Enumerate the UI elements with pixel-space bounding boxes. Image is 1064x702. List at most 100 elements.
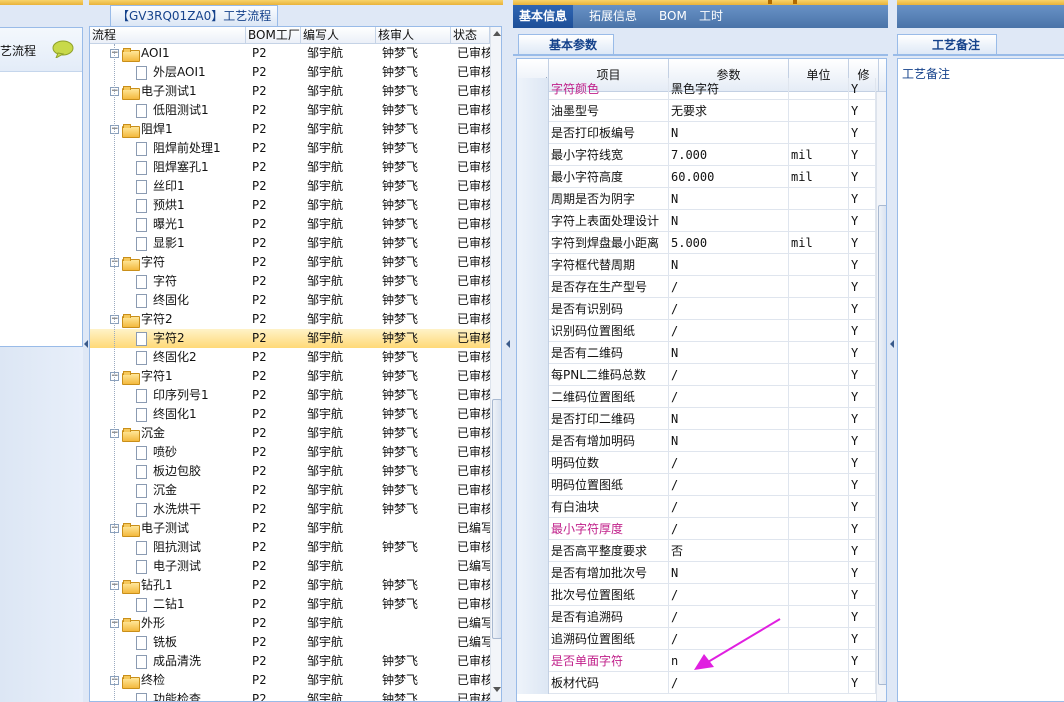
param-row[interactable]: 是否高平整度要求否 Y: [517, 540, 886, 562]
row-header[interactable]: [517, 254, 549, 276]
tree-leaf-row[interactable]: 阻抗测试 P2 邹宇航 钟梦飞 已审核: [90, 538, 490, 557]
scroll-down-icon[interactable]: [493, 687, 501, 692]
param-value-cell[interactable]: 7.000: [669, 144, 789, 166]
param-row[interactable]: 是否打印二维码 N Y: [517, 408, 886, 430]
row-header[interactable]: [517, 210, 549, 232]
row-header[interactable]: [517, 452, 549, 474]
splitter-right[interactable]: [888, 0, 897, 702]
param-value-cell[interactable]: /: [669, 386, 789, 408]
scroll-up-icon[interactable]: [493, 31, 501, 36]
tree-leaf-row[interactable]: 曝光1 P2 邹宇航 钟梦飞 已审核: [90, 215, 490, 234]
param-value-cell[interactable]: /: [669, 672, 789, 694]
row-header[interactable]: [517, 298, 549, 320]
row-header[interactable]: [517, 430, 549, 452]
col-header-bom-factory[interactable]: BOM工厂: [246, 27, 301, 44]
tree-folder-row[interactable]: − AOI1 P2 邹宇航 钟梦飞 已审核: [90, 44, 490, 63]
col-header-writer[interactable]: 编写人: [301, 27, 376, 44]
tree-folder-row[interactable]: − 字符2 P2 邹宇航 钟梦飞 已审核: [90, 310, 490, 329]
param-row[interactable]: 是否有增加明码 N Y: [517, 430, 886, 452]
param-value-cell[interactable]: /: [669, 320, 789, 342]
tree-leaf-row[interactable]: 功能检查 P2 邹宇航 钟梦飞 已审核: [90, 690, 490, 701]
param-value-cell[interactable]: N: [669, 188, 789, 210]
row-header[interactable]: [517, 100, 549, 122]
tree-folder-row[interactable]: − 字符1 P2 邹宇航 钟梦飞 已审核: [90, 367, 490, 386]
tree-leaf-row[interactable]: 电子测试 P2 邹宇航 已编写: [90, 557, 490, 576]
param-row[interactable]: 字符框代替周期 N Y: [517, 254, 886, 276]
param-row[interactable]: 最小字符高度 60.000 mil Y: [517, 166, 886, 188]
speech-bubble-icon[interactable]: [52, 40, 74, 58]
param-value-cell[interactable]: /: [669, 584, 789, 606]
param-value-cell[interactable]: N: [669, 122, 789, 144]
tree-leaf-row[interactable]: 阻焊前处理1 P2 邹宇航 钟梦飞 已审核: [90, 139, 490, 158]
tab-labor-hours[interactable]: 工时: [693, 5, 729, 28]
tree-leaf-row[interactable]: 印序列号1 P2 邹宇航 钟梦飞 已审核: [90, 386, 490, 405]
tree-folder-row[interactable]: − 终检 P2 邹宇航 钟梦飞 已审核: [90, 671, 490, 690]
param-value-cell[interactable]: N: [669, 408, 789, 430]
param-row[interactable]: 二维码位置图纸 / Y: [517, 386, 886, 408]
tree-folder-row[interactable]: − 外形 P2 邹宇航 已编写: [90, 614, 490, 633]
tree-folder-row[interactable]: − 电子测试1 P2 邹宇航 钟梦飞 已审核: [90, 82, 490, 101]
param-row[interactable]: 每PNL二维码总数 / Y: [517, 364, 886, 386]
param-value-cell[interactable]: N: [669, 342, 789, 364]
tree-leaf-row[interactable]: 字符2 P2 邹宇航 钟梦飞 已审核: [90, 329, 490, 348]
tree-leaf-row[interactable]: 板边包胶 P2 邹宇航 钟梦飞 已审核: [90, 462, 490, 481]
tree-folder-row[interactable]: − 字符 P2 邹宇航 钟梦飞 已审核: [90, 253, 490, 272]
row-header[interactable]: [517, 474, 549, 496]
tree-leaf-row[interactable]: 喷砂 P2 邹宇航 钟梦飞 已审核: [90, 443, 490, 462]
splitter-middle[interactable]: [503, 0, 513, 702]
row-header[interactable]: [517, 650, 549, 672]
tree-leaf-row[interactable]: 沉金 P2 邹宇航 钟梦飞 已审核: [90, 481, 490, 500]
row-header[interactable]: [517, 496, 549, 518]
tree-leaf-row[interactable]: 丝印1 P2 邹宇航 钟梦飞 已审核: [90, 177, 490, 196]
col-header-status[interactable]: 状态: [451, 27, 490, 44]
param-row[interactable]: 有白油块 / Y: [517, 496, 886, 518]
tree-leaf-row[interactable]: 水洗烘干 P2 邹宇航 钟梦飞 已审核: [90, 500, 490, 519]
tab-extended-info[interactable]: 拓展信息: [583, 5, 643, 28]
tree-leaf-row[interactable]: 低阻测试1 P2 邹宇航 钟梦飞 已审核: [90, 101, 490, 120]
row-header[interactable]: [517, 188, 549, 210]
tab-basic-params[interactable]: 基本参数: [518, 34, 614, 55]
col-header-reviewer[interactable]: 核审人: [376, 27, 451, 44]
row-header[interactable]: [517, 606, 549, 628]
tab-process-notes[interactable]: 工艺备注: [897, 34, 997, 55]
param-row[interactable]: 油墨型号 无要求 Y: [517, 100, 886, 122]
tree-leaf-row[interactable]: 铣板 P2 邹宇航 已编写: [90, 633, 490, 652]
tree-leaf-row[interactable]: 成品清洗 P2 邹宇航 钟梦飞 已审核: [90, 652, 490, 671]
row-header[interactable]: [517, 628, 549, 650]
row-header[interactable]: [517, 364, 549, 386]
param-row[interactable]: 字符上表面处理设计 N Y: [517, 210, 886, 232]
tree-leaf-row[interactable]: 二钻1 P2 邹宇航 钟梦飞 已审核: [90, 595, 490, 614]
param-value-cell[interactable]: /: [669, 452, 789, 474]
row-header[interactable]: [517, 122, 549, 144]
row-header[interactable]: [517, 144, 549, 166]
row-header[interactable]: [517, 78, 549, 100]
tab-bom[interactable]: BOM: [653, 5, 693, 28]
tree-leaf-row[interactable]: 终固化2 P2 邹宇航 钟梦飞 已审核: [90, 348, 490, 367]
row-header[interactable]: [517, 584, 549, 606]
row-header[interactable]: [517, 276, 549, 298]
row-header[interactable]: [517, 518, 549, 540]
tree-folder-row[interactable]: − 钻孔1 P2 邹宇航 钟梦飞 已审核: [90, 576, 490, 595]
param-row[interactable]: 周期是否为阴字 N Y: [517, 188, 886, 210]
param-row[interactable]: 字符到焊盘最小距离 5.000 mil Y: [517, 232, 886, 254]
param-value-cell[interactable]: /: [669, 298, 789, 320]
row-header[interactable]: [517, 166, 549, 188]
tree-leaf-row[interactable]: 字符 P2 邹宇航 钟梦飞 已审核: [90, 272, 490, 291]
param-value-cell[interactable]: 60.000: [669, 166, 789, 188]
param-value-cell[interactable]: 黑色字符: [669, 78, 789, 100]
param-value-cell[interactable]: /: [669, 518, 789, 540]
param-row[interactable]: 是否打印板编号 N Y: [517, 122, 886, 144]
param-value-cell[interactable]: /: [669, 496, 789, 518]
process-flow-item[interactable]: 艺流程: [0, 28, 82, 72]
param-row[interactable]: 是否有识别码 / Y: [517, 298, 886, 320]
tree-leaf-row[interactable]: 外层AOI1 P2 邹宇航 钟梦飞 已审核: [90, 63, 490, 82]
param-row[interactable]: 是否存在生产型号 / Y: [517, 276, 886, 298]
param-row[interactable]: 字符颜色 黑色字符 Y: [517, 78, 886, 100]
row-header[interactable]: [517, 540, 549, 562]
row-header[interactable]: [517, 562, 549, 584]
row-header[interactable]: [517, 320, 549, 342]
scroll-thumb[interactable]: [878, 205, 886, 685]
tree-leaf-row[interactable]: 预烘1 P2 邹宇航 钟梦飞 已审核: [90, 196, 490, 215]
tree-leaf-row[interactable]: 阻焊塞孔1 P2 邹宇航 钟梦飞 已审核: [90, 158, 490, 177]
flow-scrollbar[interactable]: [490, 27, 501, 701]
